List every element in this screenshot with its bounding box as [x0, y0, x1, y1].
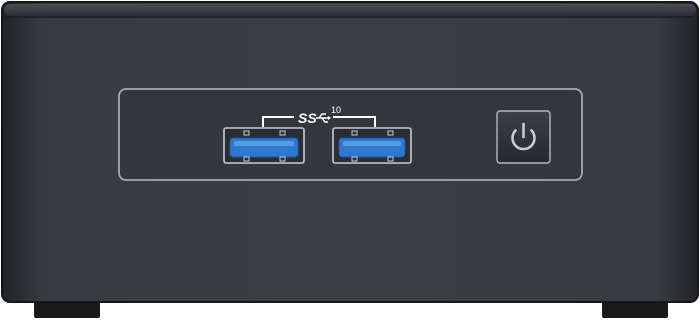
- usb-port-1[interactable]: [223, 127, 305, 164]
- usb-speed-label: 10: [331, 105, 341, 115]
- mini-pc-front: SS 10: [0, 0, 700, 320]
- usb-superspeed-label: SS: [298, 110, 317, 126]
- chassis-top-edge: [4, 4, 696, 16]
- mini-pc-illustration: SS 10: [1, 1, 699, 318]
- usb-port-2[interactable]: [332, 127, 412, 164]
- power-button[interactable]: [496, 110, 551, 164]
